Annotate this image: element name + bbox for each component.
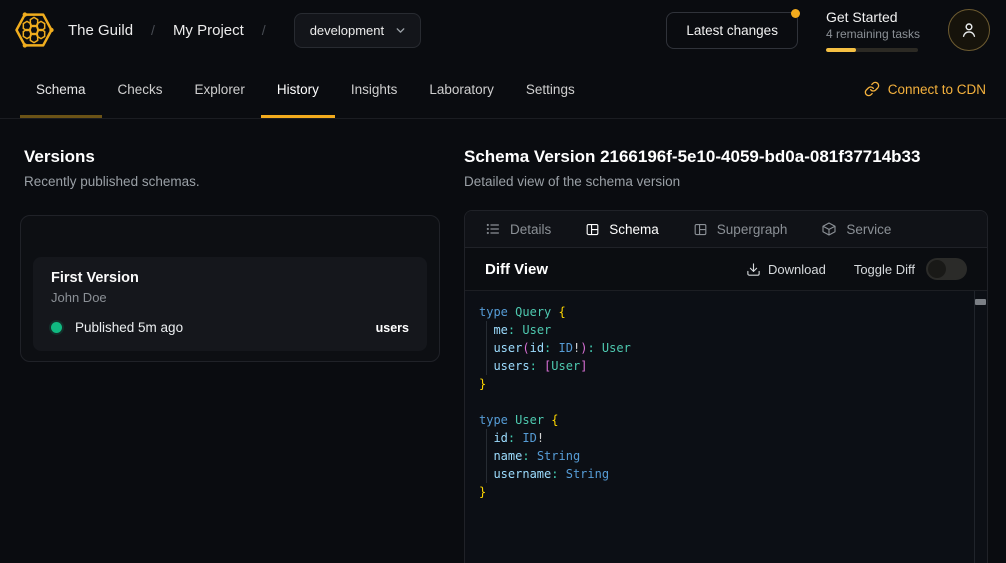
chevron-down-icon xyxy=(394,24,407,37)
nav-tabs: Schema Checks Explorer History Insights … xyxy=(20,60,591,118)
nav-tab-schema[interactable]: Schema xyxy=(20,60,102,118)
versions-panel: Versions Recently published schemas. Fir… xyxy=(0,119,464,563)
get-started-title: Get Started xyxy=(826,9,920,25)
breadcrumb-separator: / xyxy=(147,22,159,38)
toggle-knob xyxy=(928,260,946,278)
version-name: First Version xyxy=(51,270,409,286)
graphql-schema-code: type Query { me: User user(id: ID!): Use… xyxy=(465,291,987,513)
detail-tab-label: Supergraph xyxy=(717,222,788,237)
published-status-dot xyxy=(51,322,62,333)
latest-changes-label: Latest changes xyxy=(686,23,778,38)
latest-changes-button[interactable]: Latest changes xyxy=(666,12,798,49)
nav-tab-history[interactable]: History xyxy=(261,60,335,118)
download-button[interactable]: Download xyxy=(746,262,826,277)
main-content: Versions Recently published schemas. Fir… xyxy=(0,119,1006,563)
versions-list: First Version John Doe Published 5m ago … xyxy=(20,215,440,362)
nav-tab-insights[interactable]: Insights xyxy=(335,60,414,118)
download-label: Download xyxy=(768,262,826,277)
environment-dropdown[interactable]: development xyxy=(294,13,421,48)
nav-tab-explorer[interactable]: Explorer xyxy=(179,60,261,118)
breadcrumb-project[interactable]: My Project xyxy=(173,22,244,39)
columns-layout-icon xyxy=(585,222,600,237)
list-icon xyxy=(485,221,501,237)
link-icon xyxy=(864,81,880,97)
breadcrumb: The Guild / My Project / development xyxy=(14,10,421,50)
diff-header: Diff View Download Toggle Diff xyxy=(465,248,987,291)
toggle-diff-label: Toggle Diff xyxy=(854,262,915,277)
version-status: Published 5m ago xyxy=(75,320,183,335)
code-scrollbar[interactable] xyxy=(974,291,987,563)
versions-subtitle: Recently published schemas. xyxy=(24,174,440,189)
version-author: John Doe xyxy=(51,290,409,305)
app-header: The Guild / My Project / development Lat… xyxy=(0,0,1006,60)
get-started-widget[interactable]: Get Started 4 remaining tasks xyxy=(826,9,920,52)
versions-title: Versions xyxy=(24,147,440,167)
detail-tab-details[interactable]: Details xyxy=(485,221,551,237)
download-icon xyxy=(746,262,761,277)
avatar[interactable] xyxy=(948,9,990,51)
connect-to-cdn-link[interactable]: Connect to CDN xyxy=(864,60,986,118)
detail-tab-label: Service xyxy=(846,222,891,237)
header-actions: Latest changes Get Started 4 remaining t… xyxy=(666,9,990,52)
schema-code-viewer[interactable]: type Query { me: User user(id: ID!): Use… xyxy=(465,291,987,563)
schema-version-detail: Details Schema xyxy=(464,210,988,563)
nav-tab-settings[interactable]: Settings xyxy=(510,60,591,118)
schema-version-title: Schema Version 2166196f-5e10-4059-bd0a-0… xyxy=(464,147,988,167)
nav-tab-checks[interactable]: Checks xyxy=(102,60,179,118)
get-started-subtitle: 4 remaining tasks xyxy=(826,27,920,41)
detail-tab-label: Details xyxy=(510,222,551,237)
breadcrumb-separator: / xyxy=(258,22,270,38)
indent-guide xyxy=(486,429,487,483)
breadcrumb-org[interactable]: The Guild xyxy=(68,22,133,39)
connect-to-cdn-label: Connect to CDN xyxy=(888,82,986,97)
detail-tabs: Details Schema xyxy=(465,211,987,248)
detail-tab-schema[interactable]: Schema xyxy=(585,222,659,237)
columns-layout-icon xyxy=(693,222,708,237)
primary-nav: Schema Checks Explorer History Insights … xyxy=(0,60,1006,119)
diff-view-title: Diff View xyxy=(485,261,548,278)
schema-version-subtitle: Detailed view of the schema version xyxy=(464,174,988,189)
toggle-diff-switch[interactable] xyxy=(926,258,967,280)
indent-guide xyxy=(486,321,487,375)
detail-tab-supergraph[interactable]: Supergraph xyxy=(693,222,788,237)
version-list-item[interactable]: First Version John Doe Published 5m ago … xyxy=(33,257,427,351)
environment-dropdown-value: development xyxy=(310,23,384,38)
get-started-progress-fill xyxy=(826,48,856,52)
get-started-progressbar xyxy=(826,48,918,52)
detail-tab-service[interactable]: Service xyxy=(821,221,891,237)
schema-version-panel: Schema Version 2166196f-5e10-4059-bd0a-0… xyxy=(464,119,1006,563)
cube-icon xyxy=(821,221,837,237)
service-name-badge: users xyxy=(376,321,409,335)
guild-logo-icon[interactable] xyxy=(14,10,54,50)
nav-tab-laboratory[interactable]: Laboratory xyxy=(413,60,510,118)
user-icon xyxy=(959,20,979,40)
detail-tab-label: Schema xyxy=(609,222,659,237)
code-scrollbar-thumb[interactable] xyxy=(975,299,986,305)
notification-dot xyxy=(791,9,800,18)
